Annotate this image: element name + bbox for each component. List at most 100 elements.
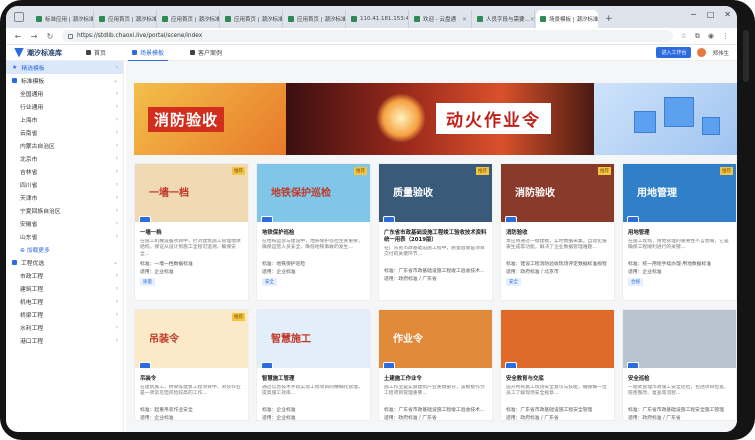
card-image: 一墙一档 推荐 [135, 164, 248, 222]
chevron-right-icon: › [115, 90, 118, 97]
browser-tab[interactable]: 应用首页 | 潮汐标准...× [284, 10, 346, 28]
sidebar-item[interactable]: 吉林省 › [6, 165, 123, 178]
card-standard: 标准：广东省市政基础设施工程安全施工管理 [628, 407, 724, 413]
sidebar-item-label: 天津市 [20, 196, 38, 202]
enter-workbench-button[interactable]: 进入工作台 [656, 47, 692, 58]
card-type-icon [383, 362, 395, 368]
banner-fire-inspection[interactable]: 消防验收 [134, 83, 286, 155]
card-image-text: 吊装令 [149, 334, 179, 345]
browser-tab[interactable]: 应用首页 | 潮汐标准...× [158, 10, 220, 28]
chevron-right-icon: › [115, 285, 118, 292]
sidebar-item[interactable]: 宁夏回族自治区 › [6, 204, 123, 217]
user-name[interactable]: 郑伟生 [712, 49, 729, 57]
sidebar-item[interactable]: 建筑工程 › [6, 282, 123, 295]
browser-tab[interactable]: 应用首页 | 潮汐标准...× [221, 10, 283, 28]
sidebar-group-engineering-label: 工程优选 [21, 261, 45, 267]
template-card[interactable]: 安全教育与交底 提升所有施工现场安全意识与技能，确保每一位员工了解现场安全规章..… [500, 309, 615, 421]
chevron-right-icon: › [115, 220, 118, 227]
template-card[interactable]: 质量验收 推荐 广东省市政基础设施工程竣工验收技术资料统一用表（2019版） 在广东省… [378, 163, 493, 301]
sidebar-item-label: 水利工程 [20, 326, 44, 332]
template-card[interactable]: 消防验收 推荐 消防验收 本应用通过一键建模，实时数据采集，自动化报表生成等功能，解决… [500, 163, 615, 301]
browser-tab[interactable]: 欢迎 - 云盘通 × [410, 10, 472, 28]
sidebar-item[interactable]: 机电工程 › [6, 295, 123, 308]
reload-icon[interactable]: ↻ [46, 32, 54, 41]
template-card[interactable]: 安全巡检 一站式管理市政施工安全巡检，包括项目检查、隐患整改、复查等流程... 标准… [622, 309, 737, 421]
extensions-icon[interactable]: ⧉ [695, 32, 700, 41]
sidebar-item[interactable]: 云南省 › [6, 126, 123, 139]
card-description: 在广东省市政基础设施工程中，质量验收是项目交付的关键环节... [384, 245, 485, 257]
card-type-icon [505, 216, 517, 222]
banner-digital[interactable] [594, 83, 737, 155]
template-card[interactable]: 地铁保护巡检 推荐 地铁保护巡检 在地铁运营与建设中，地铁保护巡检至关重要，确保运营人… [256, 163, 371, 301]
new-tab-button[interactable]: + [599, 10, 619, 28]
sidebar-item[interactable]: 北京市 › [6, 152, 123, 165]
avatar[interactable] [697, 48, 707, 57]
profile-icon[interactable]: ◉ [708, 32, 714, 40]
card-description: 施工作业是实施建筑产业关键部分，该模板作为工程项目管理重要... [384, 384, 485, 397]
tab-overview-icon[interactable] [14, 12, 24, 22]
sidebar-item[interactable]: 全国通用 › [6, 87, 123, 100]
sidebar-item[interactable]: 安徽省 › [6, 217, 123, 230]
tab-label: 应用首页 | 潮汐标准... [234, 17, 283, 23]
card-description: 在建筑施工，桥梁等建筑工程项目中，吊装作业是一项常见但风险较高的工作... [140, 384, 241, 397]
tab-close-icon[interactable]: × [462, 16, 467, 23]
card-image-text: 地铁保护巡检 [271, 188, 331, 199]
browser-tab[interactable]: 场景模板 | 潮汐标准...× [536, 10, 598, 28]
card-image: 作业令 [379, 310, 492, 368]
nav-scene-templates[interactable]: 场景模板 [128, 45, 169, 61]
nav-customer-cases[interactable]: 客户案例 [186, 45, 226, 61]
app-logo[interactable]: 潮汐标准库 [14, 47, 82, 58]
sidebar-group-engineering[interactable]: 工程优选 ⌄ [6, 256, 123, 269]
browser-tab[interactable]: 标准应用 | 潮汐标准...× [32, 10, 94, 28]
lock-icon [68, 33, 73, 39]
template-card[interactable]: 智慧施工 智慧施工管理 通过信息技术手段实现工程项目的精细化管理，提高施工效率...… [256, 309, 371, 421]
close-window-icon[interactable]: ✕ [724, 10, 731, 19]
url-field[interactable]: https://stdlib.chaoxi.live/portal/scene/… [62, 30, 673, 42]
chevron-right-icon: › [115, 142, 118, 149]
forward-icon[interactable]: → [30, 32, 38, 41]
sidebar-item-featured[interactable]: ★ 精选模板 › [6, 61, 123, 74]
tab-close-icon[interactable]: × [530, 16, 534, 23]
logo-text: 潮汐标准库 [27, 48, 62, 57]
sidebar-group-standard[interactable]: 标准模板 ⌄ [6, 74, 123, 87]
sidebar-item[interactable]: 水利工程 › [6, 321, 123, 334]
card-type-icon [139, 362, 151, 368]
sidebar-item[interactable]: 行业通用 › [6, 100, 123, 113]
card-type-icon [261, 362, 273, 368]
sidebar-item[interactable]: 上海市 › [6, 113, 123, 126]
standard-group-icon [12, 78, 17, 83]
browser-tab[interactable]: 110.41.181.153:43...× [347, 10, 409, 28]
sidebar-item[interactable]: 山东省 › [6, 230, 123, 243]
banner-carousel[interactable]: 消防验收 动火作业令 [134, 83, 737, 155]
sidebar-item[interactable]: 港口工程 › [6, 334, 123, 347]
browser-tab[interactable]: 人员字段与需要... × [473, 10, 535, 28]
browser-tab[interactable]: 应用首页 | 潮汐标准...× [95, 10, 157, 28]
sidebar-item[interactable]: 内蒙古自治区 › [6, 139, 123, 152]
card-standard: 标准：广东省市政基础设施工程竣工验收技术... [384, 407, 485, 413]
sidebar-item[interactable]: 四川省 › [6, 178, 123, 191]
chevron-right-icon: › [115, 233, 118, 240]
template-card[interactable]: 吊装令 推荐 吊装令 在建筑施工，桥梁等建筑工程项目中，吊装作业是一项常见但风险较高的… [134, 309, 249, 421]
card-title: 消防验收 [506, 230, 528, 236]
menu-dots-icon[interactable]: ⋮ [722, 32, 729, 40]
maximize-icon[interactable]: □ [707, 10, 715, 19]
template-card[interactable]: 一墙一档 推荐 一墙一档 在施工机械设备项目中，针对建筑施工管理墙体结构，保证从设计到… [134, 163, 249, 301]
sidebar-item[interactable]: 桥梁工程 › [6, 308, 123, 321]
sidebar-item-label: 安徽省 [20, 222, 38, 228]
banner-hot-work[interactable]: 动火作业令 [286, 83, 594, 155]
template-card[interactable]: 作业令 土建施工作业令 施工作业是实施建筑产业关键部分，该模板作为工程项目管理重要.… [378, 309, 493, 421]
sidebar-item-label: 吉林省 [20, 170, 38, 176]
cube-graphic [634, 111, 656, 133]
template-card[interactable]: 用地管理 推荐 用地管理 在施工现场，用地管理的重要性不言而喻，它是确保工程顺利进行的… [622, 163, 737, 301]
back-icon[interactable]: ← [14, 32, 22, 41]
minimize-icon[interactable]: − [690, 10, 697, 19]
nav-home[interactable]: 首页 [82, 45, 110, 61]
sidebar-item[interactable]: 天津市 › [6, 191, 123, 204]
sidebar-item[interactable]: 市政工程 › [6, 269, 123, 282]
bookmark-star-icon[interactable]: ☆ [681, 32, 687, 40]
card-type-icon [383, 216, 395, 222]
sidebar-item-label: 云南省 [20, 131, 38, 137]
sidebar-item-label: 市政工程 [20, 274, 44, 280]
load-more-link[interactable]: ⊕ 加载更多 [6, 243, 123, 256]
card-image [623, 310, 736, 368]
